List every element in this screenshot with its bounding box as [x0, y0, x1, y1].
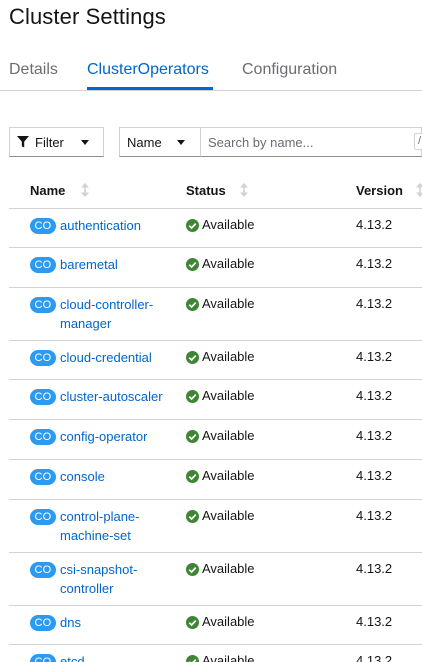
- check-circle-icon: [186, 655, 199, 662]
- version-text: 4.13.2: [356, 653, 393, 662]
- column-header-name[interactable]: Name: [30, 183, 65, 198]
- table-row: CO console Available 4.13.2: [9, 460, 422, 500]
- page-title: Cluster Settings: [9, 4, 166, 29]
- caret-down-icon: [81, 140, 89, 145]
- table-row: CO config-operator Available 4.13.2: [9, 420, 422, 460]
- version-text: 4.13.2: [356, 349, 393, 364]
- column-header-status[interactable]: Status: [186, 183, 226, 198]
- resource-badge: CO: [30, 469, 56, 485]
- column-header-version[interactable]: Version: [356, 183, 403, 198]
- status-text: Available: [202, 349, 255, 364]
- table-row: CO cloud-credential Available 4.13.2: [9, 341, 422, 380]
- check-circle-icon: [186, 390, 199, 403]
- table-row: CO cluster-autoscaler Available 4.13.2: [9, 380, 422, 420]
- operator-name-link[interactable]: cloud-credential: [60, 348, 175, 367]
- filter-label: Filter: [35, 135, 64, 150]
- status-text: Available: [202, 296, 255, 311]
- version-text: 4.13.2: [356, 614, 393, 629]
- sort-icon[interactable]: [416, 183, 422, 197]
- check-circle-icon: [186, 470, 199, 483]
- status-text: Available: [202, 561, 255, 576]
- resource-badge: CO: [30, 350, 56, 366]
- check-circle-icon: [186, 563, 199, 576]
- check-circle-icon: [186, 616, 199, 629]
- resource-badge: CO: [30, 297, 56, 313]
- status-text: Available: [202, 653, 255, 662]
- search-input[interactable]: [200, 127, 422, 157]
- operator-name-link[interactable]: csi-snapshot-controller: [60, 560, 175, 598]
- tab-bar: Details ClusterOperators Configuration: [0, 52, 422, 91]
- operator-name-link[interactable]: authentication: [60, 216, 175, 235]
- resource-badge: CO: [30, 257, 56, 273]
- status-text: Available: [202, 256, 255, 271]
- table-row: CO dns Available 4.13.2: [9, 606, 422, 645]
- operator-name-link[interactable]: baremetal: [60, 255, 175, 274]
- sort-icon[interactable]: [240, 183, 248, 197]
- status-text: Available: [202, 508, 255, 523]
- status-text: Available: [202, 388, 255, 403]
- table-row: CO etcd Available 4.13.2: [9, 645, 422, 662]
- filter-toolbar: Filter Name /: [9, 127, 422, 157]
- tab-clusteroperators[interactable]: ClusterOperators: [87, 61, 209, 79]
- version-text: 4.13.2: [356, 428, 393, 443]
- check-circle-icon: [186, 298, 199, 311]
- keyboard-shortcut-hint: /: [414, 133, 422, 150]
- status-text: Available: [202, 468, 255, 483]
- resource-badge: CO: [30, 562, 56, 578]
- table-header: Name Status Version: [9, 170, 422, 209]
- version-text: 4.13.2: [356, 388, 393, 403]
- table-row: CO authentication Available 4.13.2: [9, 209, 422, 248]
- filter-icon: [17, 136, 29, 148]
- operator-name-link[interactable]: etcd: [60, 652, 175, 662]
- resource-badge: CO: [30, 389, 56, 405]
- operator-name-link[interactable]: dns: [60, 613, 175, 632]
- version-text: 4.13.2: [356, 468, 393, 483]
- operator-name-link[interactable]: cloud-controller-manager: [60, 295, 175, 333]
- table-row: CO control-plane-machine-set Available 4.13…: [9, 500, 422, 553]
- version-text: 4.13.2: [356, 256, 393, 271]
- tab-configuration[interactable]: Configuration: [242, 61, 337, 79]
- version-text: 4.13.2: [356, 296, 393, 311]
- status-text: Available: [202, 217, 255, 232]
- version-text: 4.13.2: [356, 217, 393, 232]
- operator-name-link[interactable]: config-operator: [60, 427, 175, 446]
- resource-badge: CO: [30, 429, 56, 445]
- operator-name-link[interactable]: cluster-autoscaler: [60, 387, 175, 406]
- table-row: CO baremetal Available 4.13.2: [9, 248, 422, 288]
- resource-badge: CO: [30, 218, 56, 234]
- status-text: Available: [202, 428, 255, 443]
- version-text: 4.13.2: [356, 561, 393, 576]
- filter-attribute-value: Name: [127, 135, 162, 150]
- operator-name-link[interactable]: console: [60, 467, 175, 486]
- filter-dropdown-button[interactable]: Filter: [9, 127, 104, 157]
- table-row: CO csi-snapshot-controller Available 4.13.2: [9, 553, 422, 606]
- operator-name-link[interactable]: control-plane-machine-set: [60, 507, 175, 545]
- resource-badge: CO: [30, 509, 56, 525]
- check-circle-icon: [186, 258, 199, 271]
- resource-badge: CO: [30, 654, 56, 662]
- version-text: 4.13.2: [356, 508, 393, 523]
- check-circle-icon: [186, 430, 199, 443]
- filter-attribute-select[interactable]: Name: [119, 127, 201, 157]
- check-circle-icon: [186, 510, 199, 523]
- active-tab-indicator: [87, 87, 213, 90]
- check-circle-icon: [186, 351, 199, 364]
- check-circle-icon: [186, 219, 199, 232]
- resource-badge: CO: [30, 615, 56, 631]
- caret-down-icon: [177, 140, 185, 145]
- status-text: Available: [202, 614, 255, 629]
- table-row: CO cloud-controller-manager Available 4.13.…: [9, 288, 422, 341]
- sort-icon[interactable]: [81, 183, 89, 197]
- tab-details[interactable]: Details: [9, 61, 58, 79]
